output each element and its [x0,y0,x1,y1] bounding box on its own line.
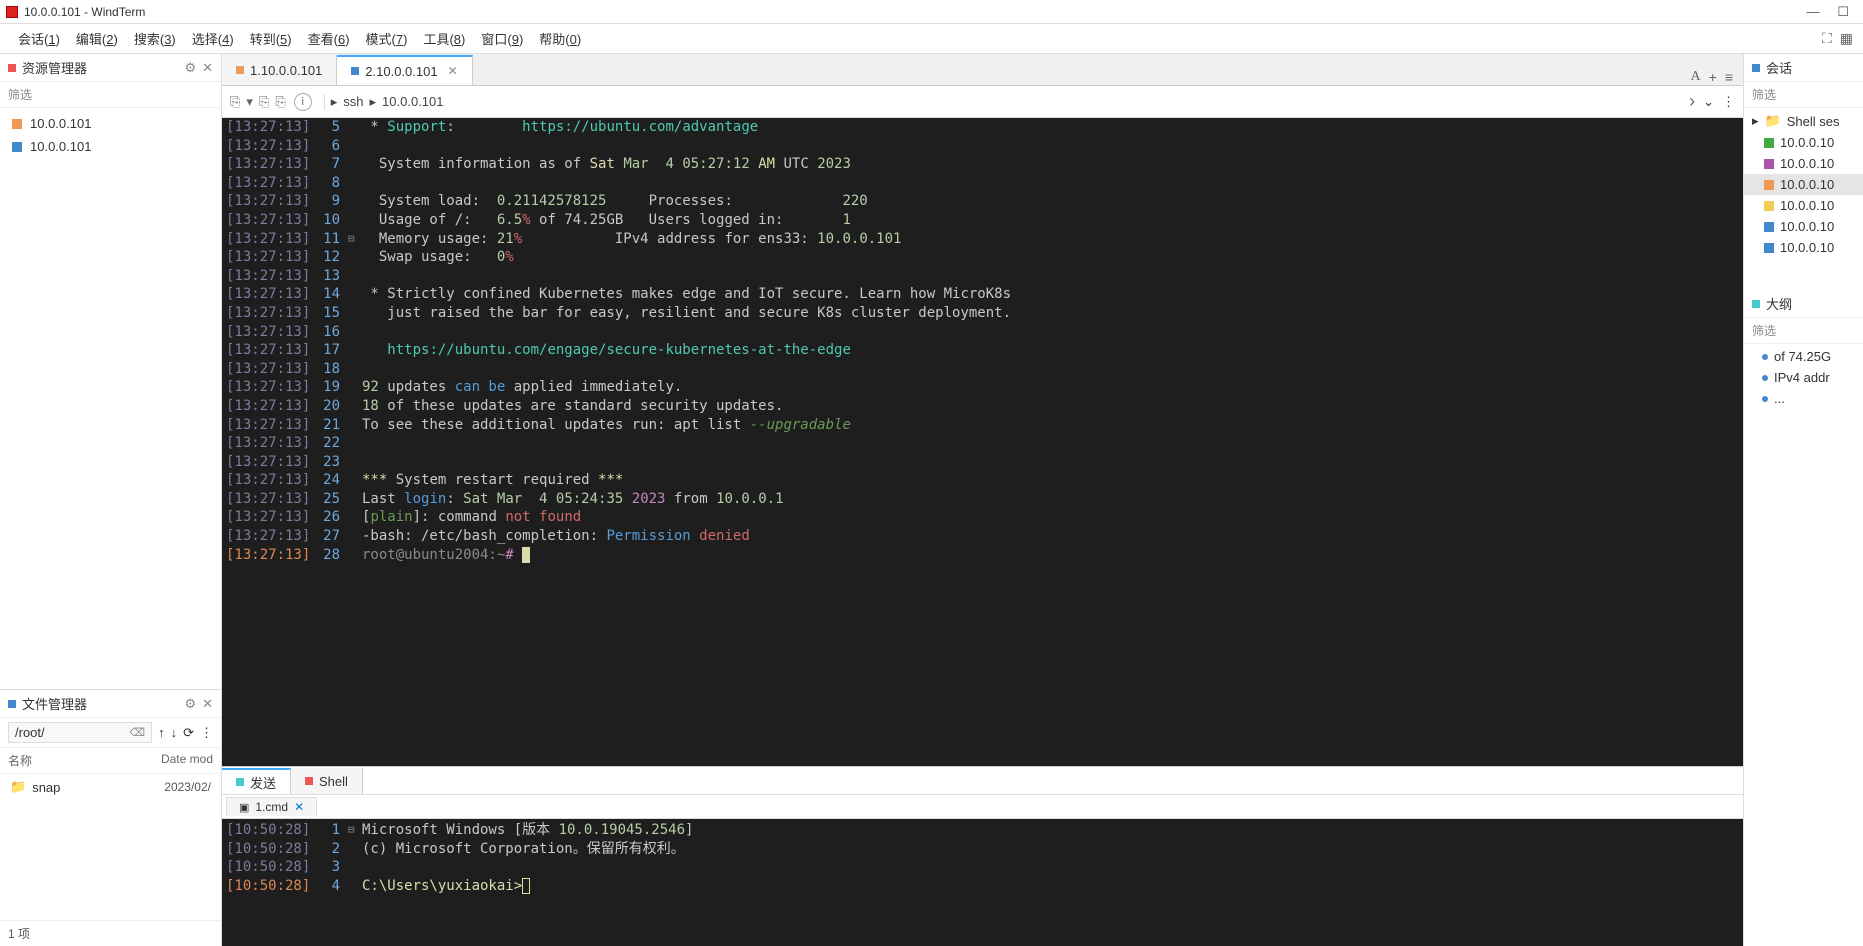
font-icon[interactable]: A [1691,69,1701,85]
outline-panel-header: 大纲 [1744,290,1863,318]
close-icon[interactable]: ✕ [202,696,213,712]
window-title: 10.0.0.101 - WindTerm [24,5,1806,19]
refresh-icon[interactable]: ⟳ [183,725,194,741]
close-icon[interactable]: ✕ [448,64,458,78]
resource-item[interactable]: 10.0.0.101 [0,112,221,135]
menu-item[interactable]: 帮助(0) [531,25,589,52]
menu-item[interactable]: 编辑(2) [68,25,126,52]
shell-tab[interactable]: ▣ 1.cmd ✕ [226,797,317,816]
resource-item[interactable]: 10.0.0.101 [0,135,221,158]
layout-icon[interactable]: ▦ [1840,30,1853,47]
session-folder[interactable]: ▸ 📁 Shell ses [1744,110,1863,132]
chevron-down-icon[interactable]: ⌄ [1703,94,1714,110]
file-panel-header: 文件管理器 ⚙ ✕ [0,690,221,718]
session-tab[interactable]: 2.10.0.0.101✕ [337,55,472,85]
bullet-icon [8,64,16,72]
session-item[interactable]: 10.0.0.10 [1744,174,1863,195]
bullet-icon [8,700,16,708]
file-panel-title: 文件管理器 [22,694,184,713]
menu-item[interactable]: 查看(6) [300,25,358,52]
bullet-icon [1752,64,1760,72]
title-bar: 10.0.0.101 - WindTerm — ☐ [0,0,1863,24]
close-icon[interactable]: ✕ [294,800,304,814]
bottom-tab[interactable]: Shell [291,768,363,794]
menu-item[interactable]: 工具(8) [415,25,473,52]
menu-item[interactable]: 转到(5) [242,25,300,52]
outline-item[interactable]: of 74.25G [1744,346,1863,367]
resource-panel-title: 资源管理器 [22,58,184,77]
center-area: 1.10.0.0.1012.10.0.0.101✕ A + ≡ ⎘ ▾ ⎘ ⎘ … [222,54,1743,946]
folder-icon: 📁 [1765,113,1781,129]
left-sidebar: 资源管理器 ⚙ ✕ 筛选 10.0.0.10110.0.0.101 文件管理器 … [0,54,222,946]
breadcrumb[interactable]: ▸ ssh ▸ 10.0.0.101 [324,94,1681,110]
menu-bar: 会话(1)编辑(2)搜索(3)选择(4)转到(5)查看(6)模式(7)工具(8)… [0,24,1863,54]
duplicate-icon[interactable]: ⎘ [275,94,285,110]
resource-list: 10.0.0.10110.0.0.101 [0,108,221,162]
minimize-button[interactable]: — [1806,4,1819,20]
tab-menu-icon[interactable]: ≡ [1725,69,1733,85]
down-icon[interactable]: ↓ [171,725,178,740]
folder-icon: 📁 [10,779,26,795]
outline-list: of 74.25GIPv4 addr... [1744,344,1863,411]
info-icon[interactable]: i [294,93,312,111]
menu-item[interactable]: 选择(4) [184,25,242,52]
clear-icon[interactable]: ⌫ [130,726,146,739]
outline-item[interactable]: IPv4 addr [1744,367,1863,388]
bottom-tab[interactable]: 发送 [222,768,291,794]
session-item[interactable]: 10.0.0.10 [1744,237,1863,258]
bottom-panel: 发送Shell ▣ 1.cmd ✕ [10:50:28]1⊟Microsoft … [222,766,1743,946]
main-terminal[interactable]: [13:27:13]5 * Support: https://ubuntu.co… [222,118,1743,766]
sessions-filter[interactable]: 筛选 [1744,82,1863,108]
file-list: 📁snap2023/02/ [0,774,221,800]
menu-item[interactable]: 模式(7) [358,25,416,52]
new-window-icon[interactable]: ⎘ [230,94,240,110]
chevron-down-icon[interactable]: ▾ [246,94,253,110]
file-header: 名称 Date mod [0,748,221,774]
menu-item[interactable]: 窗口(9) [473,25,531,52]
fullscreen-icon[interactable]: ⛶ [1822,30,1832,47]
session-item[interactable]: 10.0.0.10 [1744,216,1863,237]
session-item[interactable]: 10.0.0.10 [1744,153,1863,174]
file-panel: 文件管理器 ⚙ ✕ /root/ ⌫ ↑ ↓ ⟳ ⋮ 名称 Date mod [0,689,221,946]
session-item[interactable]: 10.0.0.10 [1744,195,1863,216]
gear-icon[interactable]: ⚙ [184,696,196,712]
sessions-panel-title: 会话 [1766,58,1855,77]
address-bar: ⎘ ▾ ⎘ ⎘ i ▸ ssh ▸ 10.0.0.101 › ⌄ ⋮ [222,86,1743,118]
chevron-right-icon: ▸ [1752,113,1759,129]
session-list: ▸ 📁 Shell ses 10.0.0.1010.0.0.1010.0.0.1… [1744,108,1863,260]
copy-icon[interactable]: ⎘ [259,94,269,110]
close-icon[interactable]: ✕ [202,60,213,76]
resource-panel-header: 资源管理器 ⚙ ✕ [0,54,221,82]
items-count: 1 项 [0,920,221,946]
maximize-button[interactable]: ☐ [1837,4,1849,20]
menu-item[interactable]: 搜索(3) [126,25,184,52]
file-row[interactable]: 📁snap2023/02/ [0,776,221,798]
bottom-terminal[interactable]: [10:50:28]1⊟Microsoft Windows [版本 10.0.1… [222,819,1743,946]
outline-filter[interactable]: 筛选 [1744,318,1863,344]
gear-icon[interactable]: ⚙ [184,60,196,76]
resource-filter[interactable]: 筛选 [0,82,221,108]
more-icon[interactable]: ⋮ [1722,94,1735,110]
menu-item[interactable]: 会话(1) [10,25,68,52]
outline-panel-title: 大纲 [1766,294,1855,313]
add-tab-button[interactable]: + [1709,69,1717,85]
path-row: /root/ ⌫ ↑ ↓ ⟳ ⋮ [0,718,221,748]
tabs-row: 1.10.0.0.1012.10.0.0.101✕ A + ≡ [222,54,1743,86]
bottom-tabs: 发送Shell [222,767,1743,795]
path-input[interactable]: /root/ ⌫ [8,722,152,743]
sessions-panel-header: 会话 [1744,54,1863,82]
outline-item[interactable]: ... [1744,388,1863,409]
session-tab[interactable]: 1.10.0.0.101 [222,55,337,85]
up-icon[interactable]: ↑ [158,725,165,740]
app-logo-icon [6,6,18,18]
cmd-icon: ▣ [239,801,249,814]
bullet-icon [1752,300,1760,308]
shell-tab-row: ▣ 1.cmd ✕ [222,795,1743,819]
right-sidebar: 会话 筛选 ▸ 📁 Shell ses 10.0.0.1010.0.0.1010… [1743,54,1863,946]
go-icon[interactable]: › [1689,91,1695,112]
session-item[interactable]: 10.0.0.10 [1744,132,1863,153]
more-icon[interactable]: ⋮ [200,725,213,741]
